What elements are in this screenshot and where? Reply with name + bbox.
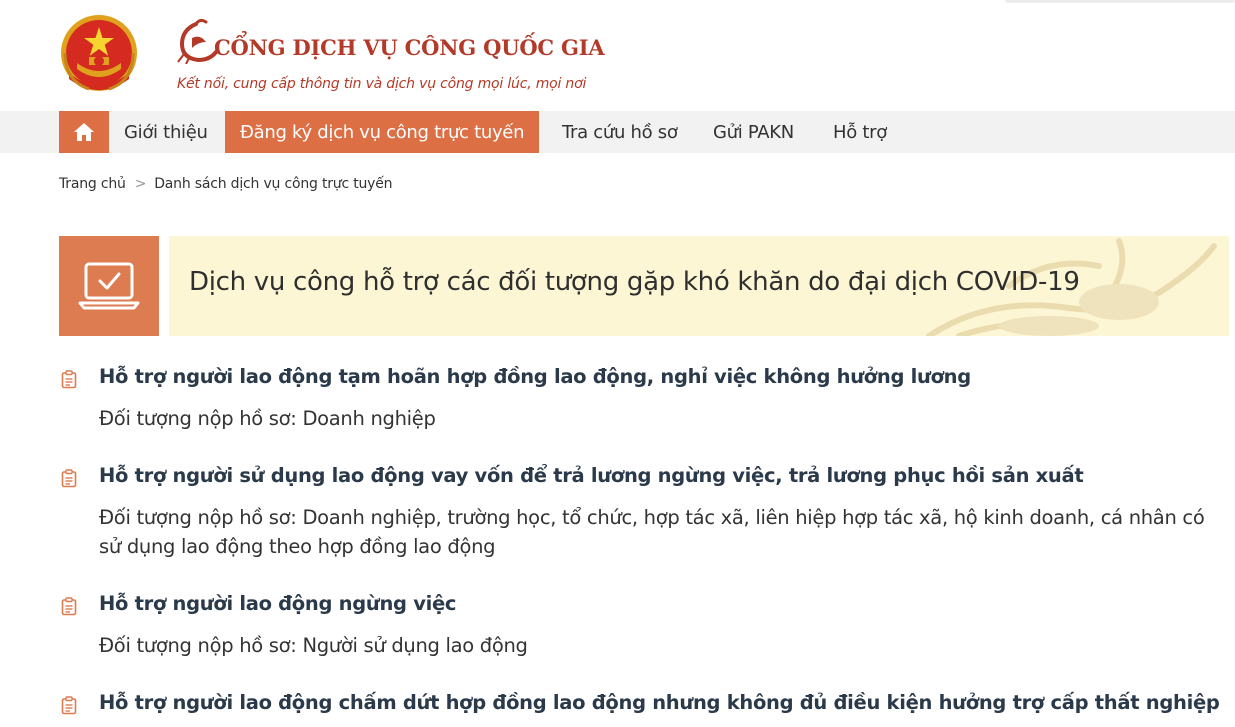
nav-item-tra-cuu-ho-so[interactable]: Tra cứu hồ sơ (562, 111, 678, 153)
service-description: Đối tượng nộp hồ sơ: Doanh nghiệp, trườn… (99, 506, 1205, 558)
national-emblem-icon[interactable] (59, 13, 139, 95)
clipboard-icon (61, 370, 77, 389)
breadcrumb-current: Danh sách dịch vụ công trực tuyến (154, 176, 393, 192)
breadcrumb-home-link[interactable]: Trang chủ (59, 176, 126, 192)
banner-title: Dịch vụ công hỗ trợ các đối tượng gặp kh… (189, 267, 1080, 297)
nav-item-dang-ky-dvc[interactable]: Đăng ký dịch vụ công trực tuyến (225, 111, 540, 153)
nav-item-ho-tro[interactable]: Hỗ trợ (833, 111, 887, 153)
nav-item-gioi-thieu[interactable]: Giới thiệu (124, 111, 208, 153)
service-title-link[interactable]: Hỗ trợ người lao động ngừng việc (99, 592, 456, 615)
site-slogan: Kết nối, cung cấp thông tin và dịch vụ c… (177, 76, 587, 92)
breadcrumb: Trang chủ > Danh sách dịch vụ công trực tu… (59, 176, 393, 192)
category-banner: Dịch vụ công hỗ trợ các đối tượng gặp kh… (169, 236, 1229, 336)
service-title-link[interactable]: Hỗ trợ người lao động chấm dứt hợp đồng … (99, 691, 1220, 714)
service-description: Đối tượng nộp hồ sơ: Người sử dụng lao đ… (99, 634, 528, 657)
clipboard-icon (61, 696, 77, 715)
home-icon (74, 123, 94, 141)
nav-home-button[interactable] (59, 111, 109, 153)
breadcrumb-separator: > (134, 176, 147, 192)
clipboard-icon (61, 597, 77, 616)
site-header: CỔNG DỊCH VỤ CÔNG QUỐC GIA Kết nối, cung… (0, 0, 1235, 111)
service-description: Đối tượng nộp hồ sơ: Doanh nghiệp (99, 407, 436, 430)
clipboard-icon (61, 469, 77, 488)
banner-icon-box (59, 236, 159, 336)
main-nav: Giới thiệu Đăng ký dịch vụ công trực tuy… (0, 111, 1235, 153)
service-title-link[interactable]: Hỗ trợ người lao động tạm hoãn hợp đồng … (99, 365, 971, 388)
laptop-check-icon (78, 262, 140, 310)
site-title[interactable]: CỔNG DỊCH VỤ CÔNG QUỐC GIA (214, 35, 605, 60)
nav-item-gui-pakn[interactable]: Gửi PAKN (713, 111, 794, 153)
service-title-link[interactable]: Hỗ trợ người sử dụng lao động vay vốn để… (99, 464, 1084, 487)
